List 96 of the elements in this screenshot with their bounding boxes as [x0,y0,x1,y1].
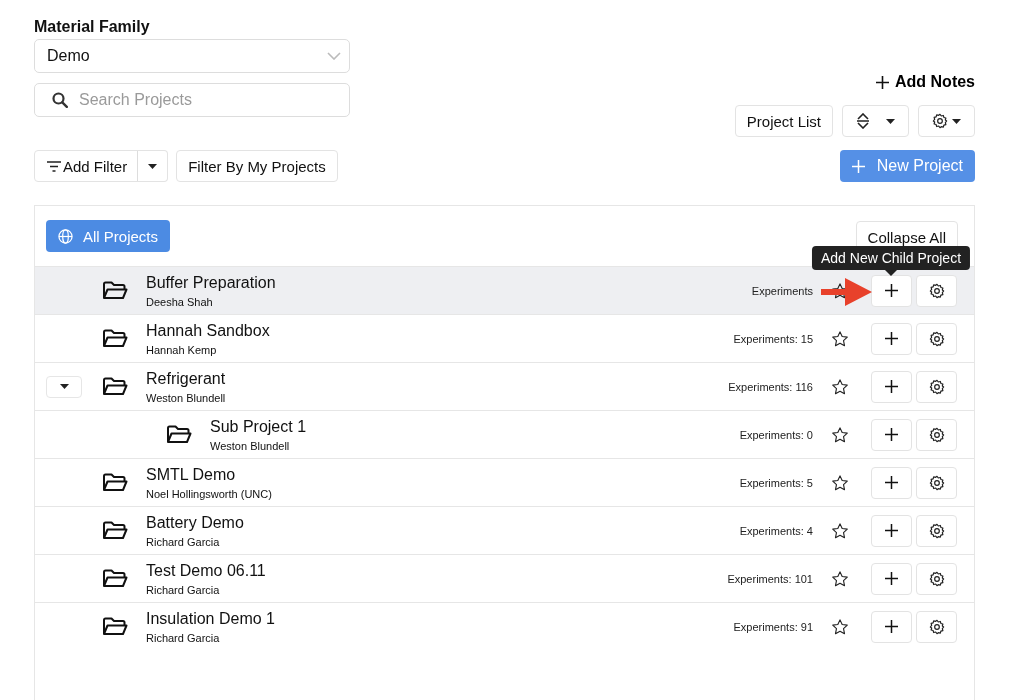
project-list-button[interactable]: Project List [734,105,833,137]
plus-icon [885,620,898,633]
project-settings-button[interactable] [916,418,957,451]
experiment-count: Experiments: 15 [733,332,813,345]
settings-icon [928,378,945,395]
caret-icon [59,384,69,389]
folder-icon [102,328,128,349]
project-name: Refrigerant [146,369,227,388]
filter-icon [47,160,61,172]
star-icon[interactable] [831,377,849,396]
experiment-count: Experiments [751,284,813,297]
settings-icon [928,522,945,539]
tooltip-pointer-icon [885,269,897,276]
settings-dropdown-button[interactable] [918,105,975,137]
my-projects-filter-button[interactable]: Filter By My Projects [176,150,338,182]
material-family-select[interactable]: Demo [34,39,350,73]
project-owner: Richard Garcia [146,535,221,548]
project-settings-button[interactable] [916,274,957,307]
sort-dropdown-button[interactable] [842,105,909,137]
add-notes-button[interactable]: Add Notes [876,73,975,91]
project-row[interactable]: Sub Project 1 Weston Blundell Experiments: 0 [35,410,974,458]
caret-icon [886,118,895,124]
experiment-count: Experiments: 5 [739,476,813,489]
project-settings-button[interactable] [916,562,957,595]
project-name: Hannah Sandbox [146,321,271,340]
project-row[interactable]: Insulation Demo 1 Richard Garcia Experiments: 91 [35,602,974,650]
project-owner: Deesha Shah [146,295,214,308]
caret-icon [148,163,158,169]
settings-icon [928,474,945,491]
folder-icon [102,376,128,397]
settings-icon [928,282,945,299]
star-icon[interactable] [831,473,849,492]
add-child-button[interactable] [871,274,912,307]
project-settings-button[interactable] [916,322,957,355]
folder-icon [102,616,128,637]
add-filter-button[interactable]: Add Filter [34,150,139,182]
plus-icon [885,524,898,537]
experiment-count: Experiments: 0 [739,428,813,441]
expand-toggle[interactable] [46,375,82,398]
project-owner: Richard Garcia [146,631,221,644]
caret-icon [952,118,961,124]
plus-icon [885,284,898,297]
folder-icon [166,424,192,445]
project-settings-button[interactable] [916,466,957,499]
experiment-count: Experiments: 4 [739,524,813,537]
plus-icon [885,332,898,345]
star-icon[interactable] [831,617,849,636]
project-owner: Noel Hollingsworth (UNC) [146,487,273,500]
star-icon[interactable] [831,425,849,444]
plus-icon [885,476,898,489]
filter-dropdown-button[interactable] [137,150,169,182]
project-owner: Richard Garcia [146,583,221,596]
plus-icon [885,572,898,585]
settings-icon [928,570,945,587]
plus-icon [885,380,898,393]
project-settings-button[interactable] [916,514,957,547]
star-icon[interactable] [831,521,849,540]
folder-icon [102,568,128,589]
field-label: Material Family [34,18,151,36]
globe-icon [58,228,73,244]
settings-icon [932,113,948,129]
plus-icon [851,159,865,173]
search-field[interactable]: Search Projects [34,83,350,117]
project-owner: Weston Blundell [146,391,227,404]
plus-icon [876,75,889,89]
settings-icon [928,426,945,443]
folder-icon [102,280,128,301]
folder-icon [102,520,128,541]
sort-icon [856,113,870,129]
tooltip: Add New Child Project [811,245,971,270]
project-owner: Weston Blundell [210,439,291,452]
star-icon[interactable] [831,569,849,588]
project-owner: Hannah Kemp [146,343,218,356]
project-name: Test Demo 06.11 [146,561,267,580]
settings-icon [928,618,945,635]
project-row[interactable]: Battery Demo Richard Garcia Experiments: 4 [35,506,974,554]
project-name: Buffer Preparation [146,273,277,292]
chevron-down-icon [327,52,341,60]
project-name: Insulation Demo 1 [146,609,276,628]
project-settings-button[interactable] [916,370,957,403]
settings-icon [928,330,945,347]
project-row[interactable]: Test Demo 06.11 Richard Garcia Experiments: 101 [35,554,974,602]
project-name: SMTL Demo [146,465,237,484]
star-icon[interactable] [831,329,849,348]
search-icon [52,92,68,108]
project-row[interactable]: Refrigerant Weston Blundell Experiments: 116 [35,362,974,410]
experiment-count: Experiments: 116 [728,380,813,393]
plus-icon [885,428,898,441]
project-name: Sub Project 1 [210,417,308,436]
project-name: Battery Demo [146,513,245,532]
project-row[interactable]: SMTL Demo Noel Hollingsworth (UNC) Experiments: 5 [35,458,974,506]
folder-icon [102,472,128,493]
project-row[interactable]: Hannah Sandbox Hannah Kemp Experiments: 15 [35,314,974,362]
project-settings-button[interactable] [916,610,957,643]
experiment-count: Experiments: 101 [727,572,813,585]
experiment-count: Experiments: 91 [733,620,813,633]
